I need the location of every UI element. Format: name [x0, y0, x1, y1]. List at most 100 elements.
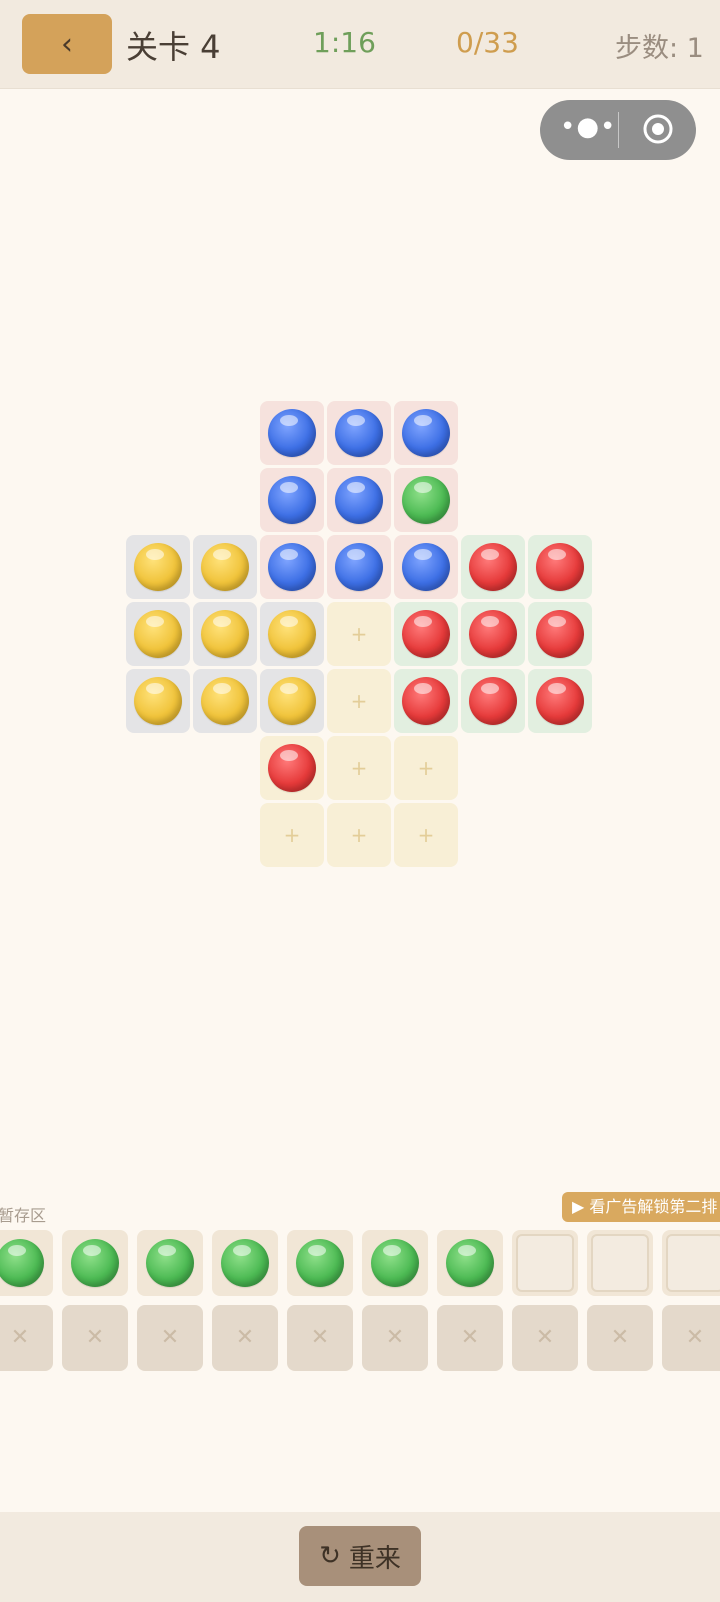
board-cell[interactable]	[461, 602, 525, 666]
blue-ball[interactable]	[268, 543, 316, 591]
green-ball[interactable]	[71, 1239, 119, 1287]
locked-slot[interactable]: ✕	[212, 1305, 278, 1371]
board-cell[interactable]: +	[327, 669, 391, 733]
green-ball[interactable]	[446, 1239, 494, 1287]
blue-ball[interactable]	[335, 409, 383, 457]
yellow-ball[interactable]	[134, 677, 182, 725]
board-cell[interactable]	[126, 535, 190, 599]
board-cell[interactable]	[461, 535, 525, 599]
slot-inner	[591, 1234, 649, 1292]
yellow-ball[interactable]	[134, 610, 182, 658]
yellow-ball[interactable]	[201, 677, 249, 725]
red-ball[interactable]	[536, 677, 584, 725]
board-cell[interactable]	[394, 535, 458, 599]
locked-slot[interactable]: ✕	[587, 1305, 653, 1371]
red-ball[interactable]	[536, 543, 584, 591]
board-cell[interactable]	[260, 736, 324, 800]
locked-slot[interactable]: ✕	[62, 1305, 128, 1371]
green-ball[interactable]	[296, 1239, 344, 1287]
blue-ball[interactable]	[402, 543, 450, 591]
board-cell[interactable]: +	[327, 736, 391, 800]
storage-slot-empty[interactable]	[587, 1230, 653, 1296]
board-cell[interactable]	[528, 602, 592, 666]
red-ball[interactable]	[268, 744, 316, 792]
board-cell[interactable]	[327, 401, 391, 465]
storage-slot-empty[interactable]	[662, 1230, 720, 1296]
green-ball[interactable]	[0, 1239, 44, 1287]
storage-slot-empty[interactable]	[512, 1230, 578, 1296]
locked-slot[interactable]: ✕	[512, 1305, 578, 1371]
board-cell[interactable]	[528, 669, 592, 733]
storage-slot[interactable]	[137, 1230, 203, 1296]
board-cell[interactable]	[394, 669, 458, 733]
board-cell[interactable]	[260, 401, 324, 465]
red-ball[interactable]	[469, 677, 517, 725]
board-cell[interactable]	[394, 401, 458, 465]
green-ball[interactable]	[221, 1239, 269, 1287]
green-ball[interactable]	[371, 1239, 419, 1287]
restart-button[interactable]: ↻ 重来	[299, 1526, 421, 1586]
storage-slot[interactable]	[437, 1230, 503, 1296]
yellow-ball[interactable]	[134, 543, 182, 591]
board-cell[interactable]	[126, 602, 190, 666]
locked-slot[interactable]: ✕	[137, 1305, 203, 1371]
red-ball[interactable]	[469, 610, 517, 658]
storage-slot[interactable]	[62, 1230, 128, 1296]
locked-slot[interactable]: ✕	[437, 1305, 503, 1371]
storage-slot[interactable]	[212, 1230, 278, 1296]
unlock-second-row-button[interactable]: ▶ 看广告解锁第二排	[562, 1192, 720, 1222]
green-ball[interactable]	[146, 1239, 194, 1287]
blue-ball[interactable]	[335, 543, 383, 591]
empty-cell-marker: +	[417, 756, 435, 780]
board-cell[interactable]	[260, 468, 324, 532]
locked-slot[interactable]: ✕	[0, 1305, 53, 1371]
close-mini-program-icon[interactable]	[641, 112, 675, 146]
board-cell[interactable]	[193, 669, 257, 733]
red-ball[interactable]	[536, 610, 584, 658]
locked-slot[interactable]: ✕	[287, 1305, 353, 1371]
red-ball[interactable]	[402, 677, 450, 725]
blue-ball[interactable]	[268, 476, 316, 524]
mini-program-capsule: •●•	[540, 100, 696, 160]
board-cell[interactable]	[327, 468, 391, 532]
red-ball[interactable]	[402, 610, 450, 658]
storage-label: 暂存区	[0, 1206, 47, 1225]
yellow-ball[interactable]	[268, 677, 316, 725]
board-cell[interactable]	[528, 535, 592, 599]
board-cell[interactable]	[327, 535, 391, 599]
board-cell[interactable]: +	[394, 736, 458, 800]
board-cell[interactable]	[193, 535, 257, 599]
board-cell[interactable]	[260, 535, 324, 599]
board-cell[interactable]	[394, 468, 458, 532]
storage-slot[interactable]	[362, 1230, 428, 1296]
yellow-ball[interactable]	[201, 610, 249, 658]
empty-cell-marker: +	[350, 756, 368, 780]
lock-icon: ✕	[160, 1325, 180, 1350]
locked-slot[interactable]: ✕	[662, 1305, 720, 1371]
back-button[interactable]: ‹	[22, 14, 112, 74]
board-cell[interactable]	[260, 669, 324, 733]
board-cell[interactable]: +	[260, 803, 324, 867]
board-cell[interactable]: +	[327, 602, 391, 666]
yellow-ball[interactable]	[201, 543, 249, 591]
blue-ball[interactable]	[268, 409, 316, 457]
board-cell[interactable]	[461, 669, 525, 733]
blue-ball[interactable]	[402, 409, 450, 457]
board-cell[interactable]: +	[327, 803, 391, 867]
board-cell[interactable]: +	[394, 803, 458, 867]
board-cell[interactable]	[126, 669, 190, 733]
yellow-ball[interactable]	[268, 610, 316, 658]
green-ball[interactable]	[402, 476, 450, 524]
storage-slot[interactable]	[287, 1230, 353, 1296]
more-menu-icon[interactable]: •●•	[560, 114, 615, 144]
back-icon: ‹	[61, 26, 73, 62]
lock-icon: ✕	[610, 1325, 630, 1350]
locked-slot[interactable]: ✕	[362, 1305, 428, 1371]
blue-ball[interactable]	[335, 476, 383, 524]
red-ball[interactable]	[469, 543, 517, 591]
board-cell[interactable]	[193, 602, 257, 666]
board-cell[interactable]	[260, 602, 324, 666]
board-cell[interactable]	[394, 602, 458, 666]
storage-slot[interactable]	[0, 1230, 53, 1296]
timer: 1:16	[313, 26, 376, 59]
